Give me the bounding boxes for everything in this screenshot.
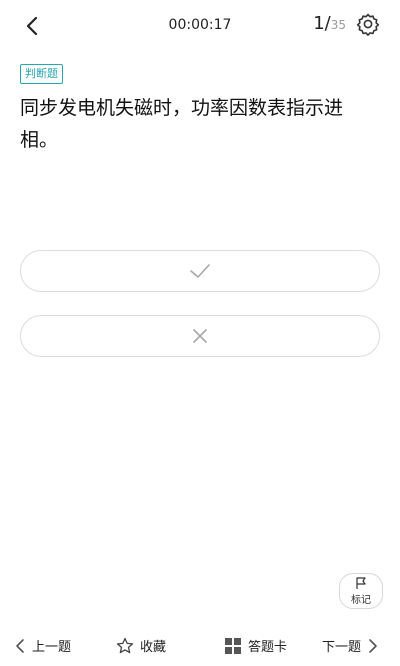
question-text: 同步发电机失磁时，功率因数表指示进相。 — [20, 97, 344, 151]
question-progress: 1/35 — [313, 13, 346, 34]
question-type-badge: 判断题 — [20, 64, 63, 84]
grid-icon — [225, 637, 241, 654]
close-icon — [193, 329, 207, 343]
check-icon — [190, 264, 210, 278]
header: 00:00:17 1/35 — [0, 0, 400, 52]
mark-label: 标记 — [351, 595, 371, 606]
chevron-left-icon — [16, 638, 24, 653]
quiz-screen: 00:00:17 1/35 判断题 同步发电机失磁时，功率因数表指示进相。 标记… — [0, 0, 400, 666]
settings-button[interactable] — [356, 12, 380, 36]
bottom-bar: 上一题 收藏 答题卡 下一题 — [0, 624, 400, 666]
next-question-label: 下一题 — [322, 640, 362, 655]
mark-button[interactable]: 标记 — [339, 573, 383, 609]
next-question-button[interactable]: 下一题 — [322, 636, 379, 655]
answer-card-label: 答题卡 — [248, 640, 288, 655]
favorite-label: 收藏 — [140, 640, 167, 655]
option-false[interactable] — [20, 315, 380, 357]
answer-card-button[interactable]: 答题卡 — [224, 636, 287, 655]
chevron-right-icon — [369, 638, 377, 653]
prev-question-label: 上一题 — [32, 640, 72, 655]
option-true[interactable] — [20, 250, 380, 292]
gear-icon — [356, 13, 380, 36]
prev-question-button[interactable]: 上一题 — [14, 636, 71, 655]
current-index: 1/ — [313, 13, 331, 34]
flag-icon — [356, 577, 366, 589]
total-count: 35 — [330, 18, 346, 32]
star-icon — [116, 637, 134, 653]
favorite-button[interactable]: 收藏 — [116, 636, 166, 655]
